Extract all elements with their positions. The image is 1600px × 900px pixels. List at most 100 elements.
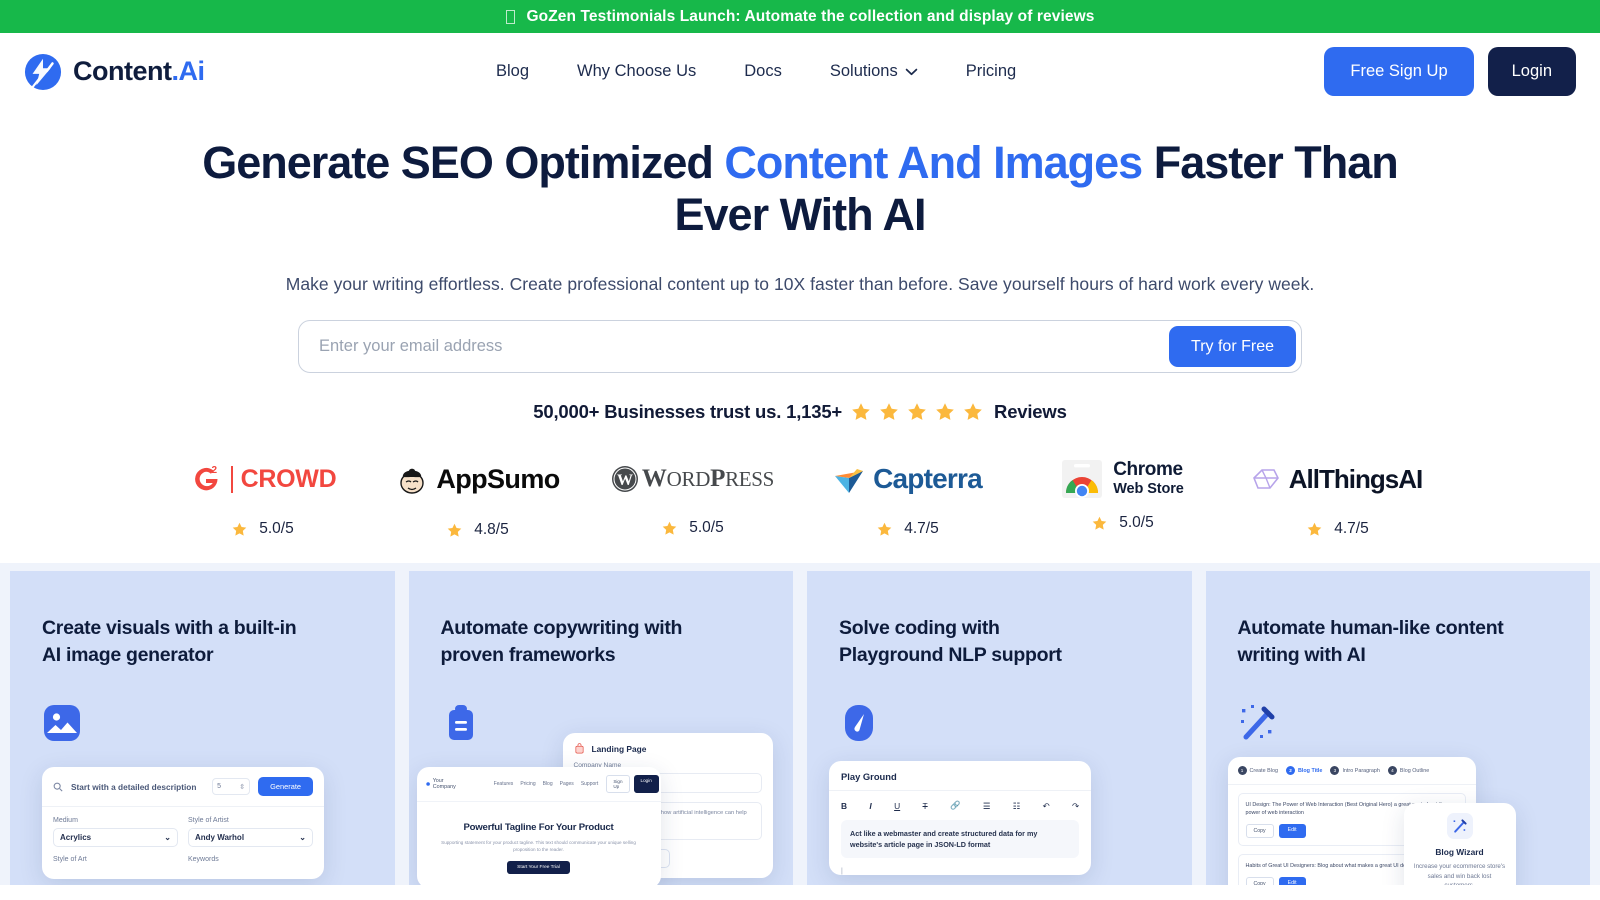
site-nav-item[interactable]: Blog [543,781,553,787]
try-for-free-button[interactable]: Try for Free [1169,326,1296,367]
chevron-down-icon: ⌄ [299,833,306,842]
g2-mark-icon: 2 [194,465,218,491]
mock-text-cursor: | [841,868,843,875]
step-intro-paragraph[interactable]: 3 Intro Paragraph [1330,766,1380,775]
trust-text-after: Reviews [994,401,1067,422]
edit-button[interactable]: Edit [1278,824,1306,838]
free-sign-up-button[interactable]: Free Sign Up [1324,47,1474,96]
mock-search-placeholder: Start with a detailed description [71,781,197,792]
chevron-down-icon: ⌄ [164,833,171,842]
brand-name-dark: Content [73,56,172,86]
redo-icon[interactable]: ↷ [1072,801,1079,811]
feature-cards-row: Create visuals with a built-in AI image … [0,563,1600,885]
nav-label: Pricing [965,62,1017,80]
mock-step-tabs: 1 Create Blog 2 Blog Title 3 Intro Parag… [1227,757,1476,785]
sumo-face-icon [400,468,425,494]
underline-icon[interactable]: U [894,801,900,811]
link-icon[interactable]: 🔗 [950,800,960,811]
mock-medium-select[interactable]: Acrylics ⌄ [53,828,178,847]
bullet-list-icon[interactable]: ☰ [983,801,991,811]
nav-label: Docs [744,62,782,80]
email-input[interactable] [299,321,1170,372]
site-nav-item[interactable]: Features [494,781,514,787]
login-button[interactable]: Login [1487,47,1576,96]
nav-label: Blog [496,62,530,80]
rating-value: 4.7/5 [1334,520,1369,537]
star-icon [232,522,247,536]
mock-prompt-text[interactable]: Act like a webmaster and create structur… [841,820,1079,858]
star-icon [1092,516,1107,530]
brand-logo[interactable]: Content.Ai [24,53,205,91]
partner-capterra: Capterra 4.7/5 [800,458,1015,538]
partner-allthingsai: AllThingsAI 4.7/5 [1230,458,1445,538]
numbered-list-icon[interactable]: ☷ [1013,801,1021,811]
mock-generate-button[interactable]: Generate [258,777,313,796]
star-icon [662,521,677,535]
playground-mockup: Play Ground B I U T 🔗 ☰ ☷ ↶ ↷ Act like a… [829,761,1091,875]
search-icon [53,782,63,792]
star-icon [964,403,982,420]
step-blog-title[interactable]: 2 Blog Title [1285,766,1322,775]
mock-site-nav: Features Pricing Blog Pages Support [494,781,599,787]
site-login-button[interactable]: Login [633,775,659,793]
appsumo-rating: 4.8/5 [446,521,509,539]
banner-text: GoZen Testimonials Launch: Automate the … [526,7,1095,25]
site-nav-item[interactable]: Pricing [520,781,535,787]
nav-item-blog[interactable]: Blog [496,62,553,81]
site-signup-button[interactable]: Sign Up [606,775,630,793]
magic-wand-icon [1446,813,1473,839]
nav-item-docs[interactable]: Docs [720,62,806,81]
mock-artist-select[interactable]: Andy Warhol ⌄ [188,828,313,847]
lightning-circle-logo-icon [24,53,62,90]
chevron-down-icon [905,68,918,75]
website-preview-mockup: Your Company Features Pricing Blog Pages… [416,767,661,885]
copy-button[interactable]: Copy [1245,824,1274,838]
feature-card-content-writing[interactable]: Automate human-like content writing with… [1205,571,1590,885]
step-label: Blog Outline [1399,767,1430,774]
feature-card-copywriting[interactable]: Automate copywriting with proven framewo… [408,571,793,885]
svg-text:2: 2 [211,465,217,476]
mock-panel-title: Landing Page [591,743,647,754]
mock-site-cta-button[interactable]: Start Your Free Trial [507,861,570,874]
email-signup-form: Try for Free [298,320,1302,373]
nav-item-pricing[interactable]: Pricing [942,62,1040,81]
mock-field-label: Keywords [188,856,219,863]
italic-icon[interactable]: I [869,801,871,811]
edit-button[interactable]: Edit [1278,877,1306,885]
nav-item-why-choose-us[interactable]: Why Choose Us [553,62,720,81]
hero-section: Generate SEO Optimized Content And Image… [0,110,1600,423]
g2-wordmark: CROWD [240,464,337,493]
site-nav-item[interactable]: Pages [560,781,574,787]
nav-item-solutions[interactable]: Solutions [806,62,942,81]
step-number: 3 [1330,766,1340,775]
headline-part-1: Generate SEO Optimized [202,137,725,188]
rating-value: 5.0/5 [689,519,724,536]
mock-panel-title: Play Ground [829,761,1091,791]
copy-button[interactable]: Copy [1245,877,1274,885]
capterra-wordmark: Capterra [873,463,983,494]
announcement-banner[interactable]: GoZen Testimonials Launch: Automate the … [0,0,1600,33]
brand-name-accent: .Ai [171,56,205,86]
star-icon [936,403,954,420]
feature-card-playground[interactable]: Solve coding with Playground NLP support… [807,571,1192,885]
g2-divider [230,465,233,493]
allthingsai-logo: AllThingsAI [1252,458,1423,500]
header-actions: Free Sign Up Login [1324,47,1576,96]
mock-site-subtext: Supporting statement for your product ta… [441,840,636,852]
step-blog-outline[interactable]: 4 Blog Outline [1387,766,1430,775]
step-create-blog[interactable]: 1 Create Blog [1237,766,1278,775]
allthingsai-mark-icon [1252,469,1279,489]
undo-icon[interactable]: ↶ [1043,801,1050,811]
star-icon [877,522,892,536]
site-nav-item[interactable]: Support [581,781,599,787]
card-title: Create visuals with a built-in AI image … [42,617,297,666]
tooltip-title: Blog Wizard [1435,847,1484,857]
partner-logos-row: 2 CROWD 5.0/5 AppSumo 4.8/5 W WORDPRESS … [0,458,1600,539]
capterra-rating: 4.7/5 [876,520,939,538]
select-value: Andy Warhol [195,833,245,842]
bold-icon[interactable]: B [841,801,847,811]
feature-card-image-generator[interactable]: Create visuals with a built-in AI image … [10,571,395,885]
mock-count-stepper[interactable]: 5 ⇳ [212,778,251,795]
image-icon [42,703,363,748]
strikethrough-icon[interactable]: T [923,801,928,811]
